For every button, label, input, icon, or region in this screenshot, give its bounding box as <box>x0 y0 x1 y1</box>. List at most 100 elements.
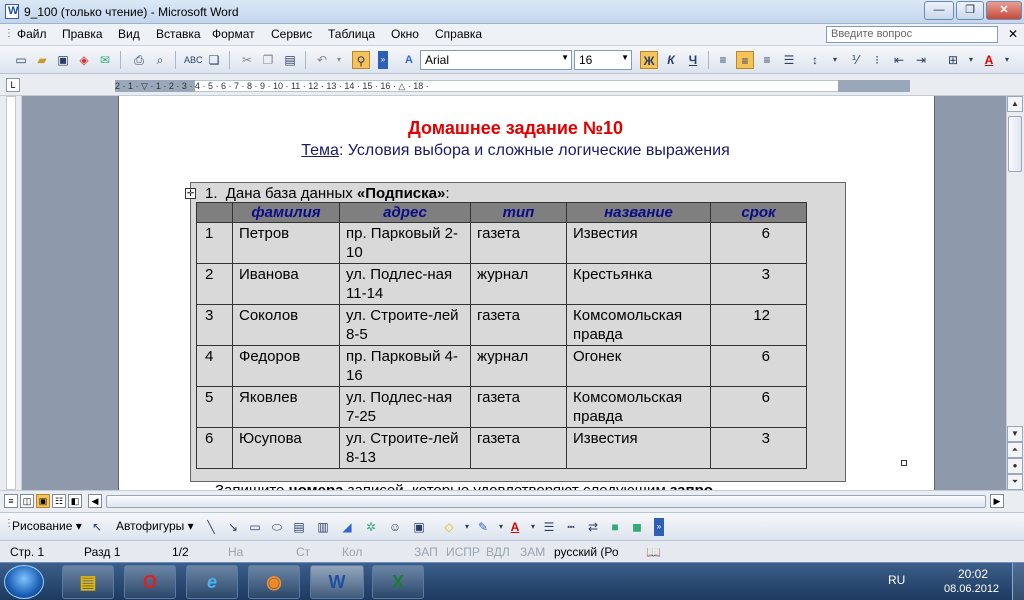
menu-edit[interactable]: Правка <box>62 27 103 41</box>
normal-view-icon[interactable]: ≡ <box>4 494 18 508</box>
italic-button[interactable]: К <box>662 51 680 69</box>
menu-window[interactable]: Окно <box>391 27 419 41</box>
menu-tools[interactable]: Сервис <box>271 27 312 41</box>
align-right-icon[interactable]: ≡ <box>758 51 776 69</box>
scroll-thumb[interactable] <box>1008 116 1022 172</box>
new-document-icon[interactable]: ▭ <box>12 51 30 69</box>
document-page[interactable]: Домашнее задание №10 Тема: Условия выбор… <box>118 96 935 490</box>
scroll-up-icon[interactable]: ▲ <box>1007 96 1023 112</box>
undo-icon[interactable]: ↶ <box>313 51 331 69</box>
email-icon[interactable]: ✉ <box>96 51 114 69</box>
diagram-icon[interactable]: ✲ <box>362 518 380 536</box>
font-name-select[interactable]: Arial ▼ <box>420 50 572 70</box>
browse-object-icon[interactable]: ● <box>1007 458 1023 474</box>
word-app-icon[interactable] <box>5 4 19 19</box>
text-box-icon[interactable]: ▤ <box>290 518 308 536</box>
drawing-font-color-icon[interactable]: A <box>506 518 524 536</box>
align-center-icon[interactable]: ≡ <box>736 51 754 69</box>
styles-icon[interactable]: A <box>400 51 418 69</box>
fill-color-icon[interactable]: ◇ <box>440 518 458 536</box>
clock-time[interactable]: 20:02 <box>958 567 988 581</box>
ask-question-input[interactable]: Введите вопрос <box>826 26 998 43</box>
oval-icon[interactable]: ⬭ <box>268 518 286 536</box>
line-spacing-icon[interactable]: ↕ <box>806 51 824 69</box>
print-preview-icon[interactable]: ⌕ <box>151 51 169 69</box>
arrow-icon[interactable]: ↘ <box>224 518 242 536</box>
paste-icon[interactable]: ▤ <box>281 51 299 69</box>
increase-indent-icon[interactable]: ⇥ <box>912 51 930 69</box>
open-icon[interactable]: ▰ <box>33 51 51 69</box>
show-desktop-button[interactable] <box>1012 563 1024 600</box>
drawing-menu-button[interactable]: Рисование ▾ <box>12 519 82 533</box>
outline-view-icon[interactable]: ☷ <box>52 494 66 508</box>
save-icon[interactable]: ▣ <box>54 51 72 69</box>
spelling-icon[interactable]: ABC <box>184 51 203 69</box>
word-taskbar-icon[interactable]: W <box>310 565 364 599</box>
rectangle-icon[interactable]: ▭ <box>246 518 264 536</box>
menu-help[interactable]: Справка <box>435 27 482 41</box>
database-table[interactable]: фамилия адрес тип название срок 1 Петров… <box>196 202 807 469</box>
web-view-icon[interactable]: ◫ <box>20 494 34 508</box>
decrease-indent-icon[interactable]: ⇤ <box>890 51 908 69</box>
arrow-style-icon[interactable]: ⇄ <box>584 518 602 536</box>
clipart-icon[interactable]: ☺ <box>386 518 404 536</box>
toolbar-options-icon[interactable]: » <box>378 51 388 69</box>
line-spacing-dropdown-icon[interactable]: ▾ <box>826 51 844 69</box>
horizontal-scroll-thumb[interactable] <box>106 495 986 508</box>
font-color-dropdown-icon[interactable]: ▾ <box>998 51 1016 69</box>
status-track[interactable]: ИСПР <box>446 545 480 559</box>
undo-dropdown-icon[interactable]: ▾ <box>330 51 348 69</box>
firefox-taskbar-icon[interactable]: ◉ <box>248 565 300 599</box>
clock-date[interactable]: 08.06.2012 <box>944 583 999 595</box>
opera-taskbar-icon[interactable]: O <box>124 565 176 599</box>
justify-icon[interactable]: ☰ <box>780 51 798 69</box>
line-icon[interactable]: ╲ <box>202 518 220 536</box>
3d-style-icon[interactable]: ◼ <box>628 518 646 536</box>
start-button[interactable] <box>4 565 44 599</box>
shadow-icon[interactable]: ■ <box>606 518 624 536</box>
excel-taskbar-icon[interactable]: X <box>372 565 424 599</box>
maximize-button[interactable]: ❐ <box>956 1 984 20</box>
copy-icon[interactable]: ❐ <box>259 51 277 69</box>
status-extend[interactable]: ВДЛ <box>486 545 510 559</box>
explorer-taskbar-icon[interactable]: ▤ <box>62 565 114 599</box>
font-color-icon[interactable]: A <box>980 51 998 69</box>
ie-taskbar-icon[interactable]: e <box>186 565 238 599</box>
status-overtype[interactable]: ЗАМ <box>520 545 545 559</box>
doc-close-icon[interactable]: ✕ <box>1008 27 1018 41</box>
menu-table[interactable]: Таблица <box>328 27 375 41</box>
scroll-left-icon[interactable]: ◀ <box>88 494 102 508</box>
table-move-handle-icon[interactable]: ✛ <box>185 188 196 199</box>
previous-page-icon[interactable]: ⏶ <box>1007 442 1023 458</box>
permission-icon[interactable]: ◈ <box>75 51 93 69</box>
menu-view[interactable]: Вид <box>118 27 140 41</box>
print-icon[interactable]: ⎙ <box>130 51 148 69</box>
research-icon[interactable]: ❏ <box>205 51 223 69</box>
wordart-icon[interactable]: ◢ <box>338 518 356 536</box>
minimize-button[interactable]: — <box>924 1 954 20</box>
scroll-down-icon[interactable]: ▼ <box>1007 426 1023 442</box>
dash-style-icon[interactable]: ┅ <box>562 518 580 536</box>
select-objects-icon[interactable]: ↖ <box>88 518 106 536</box>
numbering-icon[interactable]: ⅟ <box>846 51 864 69</box>
line-color-icon[interactable]: ✎ <box>474 518 492 536</box>
menu-insert[interactable]: Вставка <box>156 27 201 41</box>
underline-button[interactable]: Ч <box>684 51 702 69</box>
reading-view-icon[interactable]: ◧ <box>68 494 82 508</box>
vertical-scrollbar[interactable]: ▲ ▼ ⏶ ● ⏷ <box>1006 96 1024 490</box>
status-language[interactable]: русский (Ро <box>554 545 619 559</box>
vertical-ruler-track[interactable] <box>6 96 16 490</box>
drawbar-options-icon[interactable]: » <box>654 518 664 536</box>
tab-selector[interactable]: L <box>6 78 20 92</box>
bullets-icon[interactable]: ⁝ <box>868 51 886 69</box>
cut-icon[interactable]: ✂ <box>238 51 256 69</box>
autoshapes-button[interactable]: Автофигуры ▾ <box>116 519 194 533</box>
table-resize-handle[interactable] <box>901 460 907 466</box>
next-page-icon[interactable]: ⏷ <box>1007 474 1023 490</box>
borders-icon[interactable]: ⊞ <box>944 51 962 69</box>
line-style-icon[interactable]: ☰ <box>540 518 558 536</box>
menu-file[interactable]: Файл <box>17 27 47 41</box>
bold-button[interactable]: Ж <box>640 51 658 69</box>
task-frame[interactable]: 1. Дана база данных «Подписка»: фамилия … <box>190 182 846 482</box>
scroll-right-icon[interactable]: ▶ <box>990 494 1004 508</box>
